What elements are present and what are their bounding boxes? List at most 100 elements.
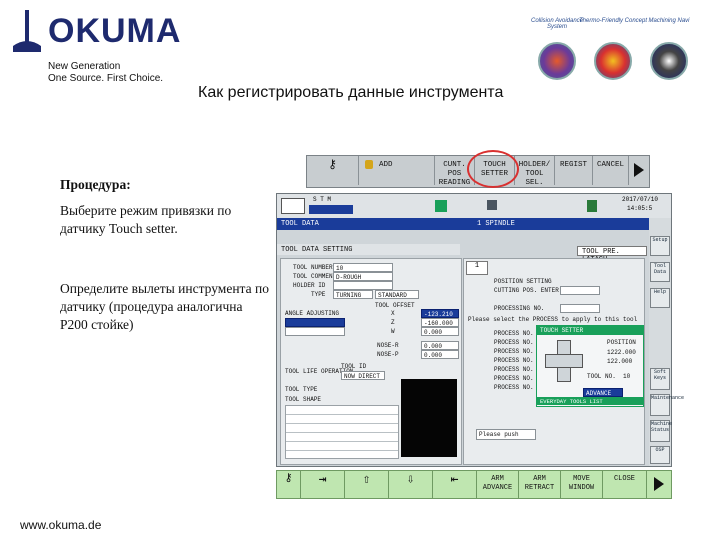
tool-data-form: TOOL NUMBER 10 TOOL COMMENT D-ROUGH HOLD… xyxy=(280,258,462,465)
cutting-pos-field[interactable] xyxy=(560,286,600,295)
green-status-bar: EVERYDAY TOOLS LIST xyxy=(537,397,643,405)
add-button[interactable]: ADD xyxy=(359,156,435,185)
process-panel: 1 POSITION SETTING CUTTING POS. ENTER PR… xyxy=(463,258,645,465)
nose-r-field[interactable]: 0.000 xyxy=(421,341,459,350)
button-label-line1: HOLDER/ xyxy=(518,161,551,169)
exit-arrow-icon: ⇥ xyxy=(318,472,327,487)
arm-retract-button[interactable]: ARM RETRACT xyxy=(519,471,561,498)
tool-list-row[interactable] xyxy=(285,327,345,336)
panel-title-bar: TOOL DATA SETTING xyxy=(277,244,460,255)
fkey-5[interactable]: ⇤ xyxy=(433,471,477,498)
slide-title: Как регистрировать данные инструмента xyxy=(198,84,504,101)
lock-icon xyxy=(365,160,373,169)
status-icon-small xyxy=(487,200,497,210)
okuma-logo: OKUMA xyxy=(10,10,200,56)
side-button-osp[interactable]: OSP xyxy=(650,446,670,464)
process-row: PROCESS NO. xyxy=(494,366,534,373)
status-icon-green xyxy=(435,200,447,212)
tool-list-row[interactable] xyxy=(285,318,345,327)
side-button-maintenance[interactable]: Maintenance xyxy=(650,394,684,416)
status-indicators xyxy=(309,205,353,214)
button-label-line1: REGIST xyxy=(559,161,587,169)
collision-avoidance-icon xyxy=(538,42,576,80)
now-direct-field[interactable]: NOW DIRECT xyxy=(341,371,385,380)
up-arrow-icon: ⇧ xyxy=(362,472,371,487)
side-button-help[interactable]: Help xyxy=(650,288,670,308)
arm-advance-button[interactable]: ARM ADVANCE xyxy=(477,471,519,498)
tool-shape-label: TOOL SHAPE xyxy=(285,396,322,403)
type-label: TYPE xyxy=(311,291,326,298)
right-tab[interactable]: TOOL PRE. LATACH xyxy=(577,246,647,264)
move-window-button[interactable]: MOVE WINDOW xyxy=(561,471,603,498)
process-row: PROCESS NO. xyxy=(494,330,534,337)
type-field[interactable]: TURNING xyxy=(333,290,373,299)
prompt-field: Please push xyxy=(476,429,536,440)
okuma-logo-mark xyxy=(13,10,41,52)
side-button-setup[interactable]: Setup xyxy=(650,236,670,256)
tool-no-label: TOOL NO. xyxy=(587,373,616,380)
spindle-label: 1 SPINDLE xyxy=(477,220,515,228)
next-page-button[interactable] xyxy=(647,471,671,498)
play-arrow-icon xyxy=(654,477,664,491)
process-row: PROCESS NO. xyxy=(494,384,534,391)
tool-id-label: TOOL ID xyxy=(341,363,367,370)
tool-shape-preview xyxy=(401,379,457,457)
procedure-step2: Определите вылеты инструмента по датчику… xyxy=(60,281,269,332)
position-value: 1222.000 xyxy=(607,349,636,356)
side-button-tool-data[interactable]: Tool Data xyxy=(650,262,670,282)
fkey-3[interactable]: ⇧ xyxy=(345,471,389,498)
process-row: PROCESS NO. xyxy=(494,357,534,364)
tool-type-label: TOOL TYPE xyxy=(285,386,318,393)
offset-value-z[interactable]: -160.000 xyxy=(421,318,459,327)
cutting-pos-label: CUTTING POS. ENTER xyxy=(494,287,559,294)
regist-button[interactable]: REGIST xyxy=(555,156,593,185)
holder-id-field[interactable] xyxy=(333,281,393,290)
touch-setter-title-bar: TOUCH SETTER xyxy=(537,326,643,335)
badge-label: Machining Navi xyxy=(648,18,690,24)
side-button-soft-keys[interactable]: Soft Keys xyxy=(650,368,670,390)
tool-shape-grid xyxy=(285,405,399,459)
process-row: PROCESS NO. xyxy=(494,375,534,382)
touch-setter-diagram xyxy=(545,340,583,382)
mode-label: S T M xyxy=(313,196,332,203)
touch-setter-highlight xyxy=(467,150,519,188)
tool-number-label: TOOL NUMBER xyxy=(293,264,333,271)
standard-field[interactable]: STANDARD xyxy=(375,290,419,299)
processing-no-field[interactable] xyxy=(560,304,600,313)
brand-name: OKUMA xyxy=(48,12,182,50)
nose-p-field[interactable]: 0.000 xyxy=(421,350,459,359)
time-display: 14:05:5 xyxy=(627,205,653,212)
holder-tool-sel-button[interactable]: HOLDER/ TOOL SEL. xyxy=(515,156,555,187)
procedure-heading: Процедура: xyxy=(60,177,131,192)
footer-url: www.okuma.de xyxy=(20,518,102,532)
tool-comment-field[interactable]: D-ROUGH xyxy=(333,272,393,281)
processing-no-label: PROCESSING NO. xyxy=(494,305,545,312)
tab-number: 1 xyxy=(474,262,480,270)
offset-axis-w: W xyxy=(391,328,395,335)
button-label-line1: CLOSE xyxy=(613,475,635,483)
badge-machining-navi: Machining Navi xyxy=(634,18,704,84)
advance-field[interactable]: ADVANCE xyxy=(583,388,623,397)
cancel-button[interactable]: CANCEL xyxy=(593,156,629,185)
fkey-1[interactable]: ⚷ xyxy=(277,471,301,498)
toolbar-icon-button[interactable]: ⚷ xyxy=(307,156,359,185)
process-row: PROCESS NO. xyxy=(494,348,534,355)
screen-title: TOOL DATA xyxy=(281,220,319,228)
panel-title: TOOL DATA SETTING xyxy=(281,246,353,254)
holder-id-label: HOLDER ID xyxy=(293,282,326,289)
offset-value-w[interactable]: 0.000 xyxy=(421,327,459,336)
tagline-line2: One Source. First Choice. xyxy=(48,73,164,84)
close-button[interactable]: CLOSE xyxy=(603,471,647,498)
fkey-2[interactable]: ⇥ xyxy=(301,471,345,498)
next-page-button[interactable] xyxy=(629,156,649,185)
thermo-friendly-icon xyxy=(594,42,632,80)
down-arrow-icon: ⇩ xyxy=(406,472,415,487)
process-tab[interactable]: 1 xyxy=(466,261,488,275)
tool-number-field[interactable]: 10 xyxy=(333,263,393,272)
key-icon: ⚷ xyxy=(328,158,337,172)
status-icon-blue xyxy=(587,200,597,212)
button-label-line2: READING xyxy=(438,179,471,187)
side-button-machine-status[interactable]: Machine Status xyxy=(650,420,672,442)
fkey-4[interactable]: ⇩ xyxy=(389,471,433,498)
offset-value-x[interactable]: -123.210 xyxy=(421,309,459,318)
